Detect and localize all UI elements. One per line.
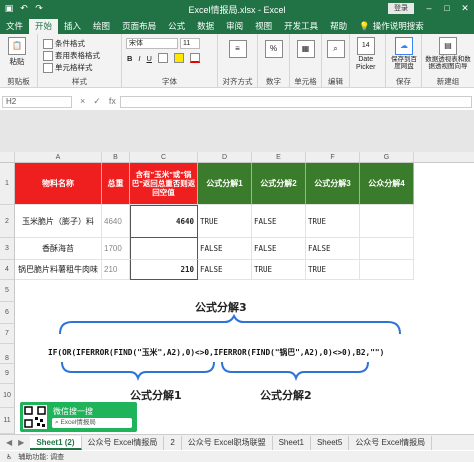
wechat-search-label: 微信搜一搜 (53, 407, 93, 416)
annotation-part2: 公式分解2 (260, 389, 312, 402)
sheet-tab-7[interactable]: 公众号 Excel情报局 (349, 435, 433, 450)
accessibility-icon[interactable]: ♿ (6, 453, 12, 461)
annotation-part1: 公式分解1 (130, 389, 182, 402)
sheet-tab-bar: ◀ ▶ Sheet1 (2) 公众号 Excel情报局 2 公众号 Excel职… (0, 434, 474, 450)
bracket-part2 (221, 361, 369, 382)
annotation-brackets (59, 313, 401, 382)
sheet-tab-6[interactable]: Sheet5 (311, 435, 350, 450)
sheet-tab-1[interactable]: Sheet1 (2) (30, 435, 82, 450)
sheet-tab-4[interactable]: 公众号 Excel职场联盟 (182, 435, 273, 450)
bracket-part3 (59, 313, 401, 335)
wechat-search-box: ⌕ Excel情报局 (52, 418, 132, 428)
status-bar: ♿ 辅助功能: 调查 (0, 451, 474, 462)
sheet-tab-5[interactable]: Sheet1 (273, 435, 311, 450)
next-sheet-icon[interactable]: ▶ (18, 438, 24, 447)
sheet-tab-2[interactable]: 公众号 Excel情报局 (82, 435, 165, 450)
bracket-part1 (61, 361, 215, 382)
wechat-card: 微信搜一搜 ⌕ Excel情报局 (20, 402, 137, 432)
qr-code-icon (23, 405, 47, 429)
sheet-tab-3[interactable]: 2 (164, 435, 182, 450)
wechat-search-text: Excel情报局 (60, 419, 96, 426)
status-text: 辅助功能: 调查 (18, 453, 65, 461)
formula-text: IF(OR(IFERROR(FIND("玉米",A2),0)<>0,IFERRO… (48, 348, 385, 357)
prev-sheet-icon[interactable]: ◀ (6, 438, 12, 447)
